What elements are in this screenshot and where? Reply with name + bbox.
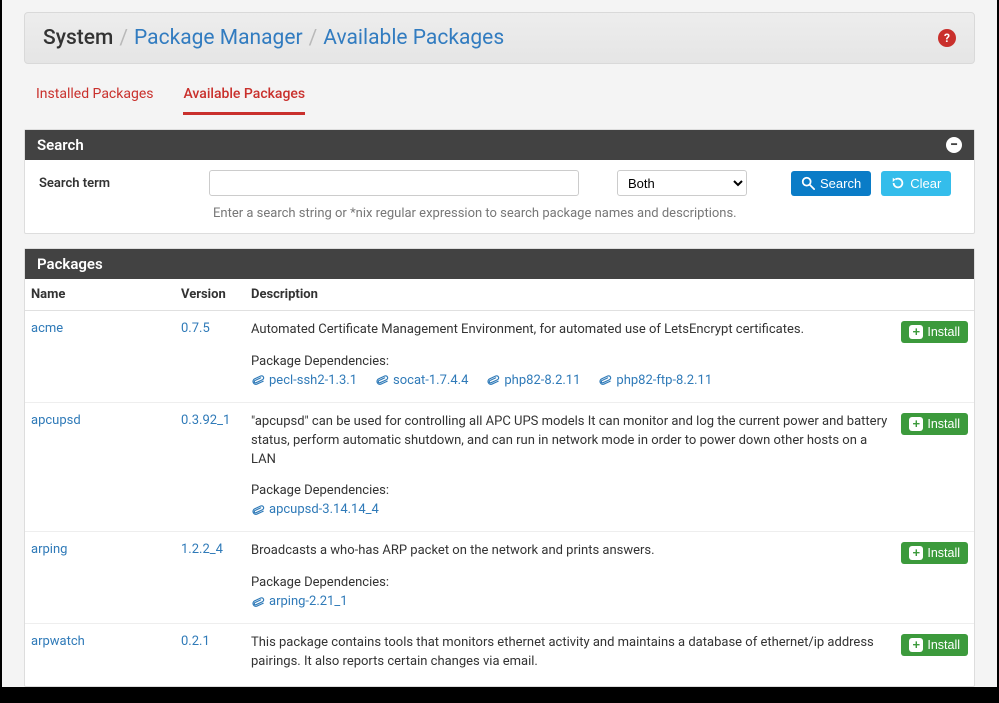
package-version: 0.7.5 <box>181 321 210 336</box>
dependency-link[interactable]: pecl-ssh2-1.3.1 <box>251 373 357 388</box>
breadcrumb-sep: / <box>119 26 128 50</box>
package-description: This package contains tools that monitor… <box>251 634 889 672</box>
packages-panel-title: Packages <box>37 255 103 273</box>
search-term-label: Search term <box>39 176 199 191</box>
search-panel: Search − Search term Both Search Clear <box>24 129 975 234</box>
install-button[interactable]: +Install <box>901 413 968 435</box>
dependencies-label: Package Dependencies: <box>251 483 889 498</box>
dependencies-label: Package Dependencies: <box>251 354 889 369</box>
breadcrumb-available-packages[interactable]: Available Packages <box>323 26 504 50</box>
breadcrumb-root: System <box>43 26 113 50</box>
packages-panel-header: Packages <box>25 249 974 279</box>
plus-icon: + <box>909 325 923 339</box>
package-name-link[interactable]: acme <box>31 321 63 336</box>
undo-icon <box>891 176 905 190</box>
package-description: Automated Certificate Management Environ… <box>251 321 889 340</box>
install-button[interactable]: +Install <box>901 634 968 656</box>
breadcrumb-bar: System / Package Manager / Available Pac… <box>24 12 975 64</box>
package-version: 0.3.92_1 <box>181 413 230 428</box>
dependency-link[interactable]: php82-8.2.11 <box>486 373 580 388</box>
breadcrumb-sep: / <box>309 26 318 50</box>
dependency-link[interactable]: php82-ftp-8.2.11 <box>598 373 712 388</box>
install-button[interactable]: +Install <box>901 321 968 343</box>
dependencies-label: Package Dependencies: <box>251 575 889 590</box>
paperclip-icon <box>249 371 267 389</box>
table-row: arping 1.2.2_4 Broadcasts a who-has ARP pa… <box>25 532 974 624</box>
paperclip-icon <box>249 501 267 519</box>
search-panel-title: Search <box>37 136 84 154</box>
dependency-link[interactable]: apcupsd-3.14.14_4 <box>251 502 379 517</box>
search-hint: Enter a search string or *nix regular ex… <box>213 206 960 221</box>
package-name-link[interactable]: arping <box>31 542 67 557</box>
package-description: Broadcasts a who-has ARP packet on the n… <box>251 542 889 561</box>
paperclip-icon <box>373 371 391 389</box>
install-button[interactable]: +Install <box>901 542 968 564</box>
table-row: arpwatch 0.2.1 This package contains tools… <box>25 624 974 686</box>
collapse-icon[interactable]: − <box>946 137 962 153</box>
table-row: acme 0.7.5 Automated Certificate Managemen… <box>25 311 974 403</box>
package-name-link[interactable]: apcupsd <box>31 413 81 428</box>
breadcrumb-package-manager[interactable]: Package Manager <box>134 26 303 50</box>
paperclip-icon <box>249 593 267 611</box>
search-button[interactable]: Search <box>791 171 871 196</box>
dependency-link[interactable]: socat-1.7.4.4 <box>375 373 468 388</box>
plus-icon: + <box>909 546 923 560</box>
clear-button[interactable]: Clear <box>881 171 951 196</box>
tab-available-packages[interactable]: Available Packages <box>183 82 305 115</box>
paperclip-icon <box>484 371 502 389</box>
plus-icon: + <box>909 638 923 652</box>
search-icon <box>801 176 815 190</box>
package-version: 1.2.2_4 <box>181 542 223 557</box>
tab-installed-packages[interactable]: Installed Packages <box>36 82 153 115</box>
table-row: apcupsd 0.3.92_1 "apcupsd" can be used for… <box>25 402 974 532</box>
search-panel-header: Search − <box>25 130 974 160</box>
packages-table: Name Version Description acme 0.7.5 Automa… <box>25 279 974 686</box>
col-name-header: Name <box>25 279 175 311</box>
paperclip-icon <box>596 371 614 389</box>
search-scope-select[interactable]: Both <box>617 170 747 196</box>
tabs: Installed Packages Available Packages <box>36 82 975 115</box>
search-input[interactable] <box>209 170 579 196</box>
col-version-header: Version <box>175 279 245 311</box>
dependency-link[interactable]: arping-2.21_1 <box>251 594 348 609</box>
package-description: "apcupsd" can be used for controlling al… <box>251 413 889 470</box>
col-description-header: Description <box>245 279 895 311</box>
breadcrumb: System / Package Manager / Available Pac… <box>43 26 504 50</box>
help-icon[interactable]: ? <box>938 29 956 47</box>
packages-panel: Packages Name Version Description acme 0.… <box>24 248 975 687</box>
package-version: 0.2.1 <box>181 634 210 649</box>
plus-icon: + <box>909 417 923 431</box>
package-name-link[interactable]: arpwatch <box>31 634 85 649</box>
